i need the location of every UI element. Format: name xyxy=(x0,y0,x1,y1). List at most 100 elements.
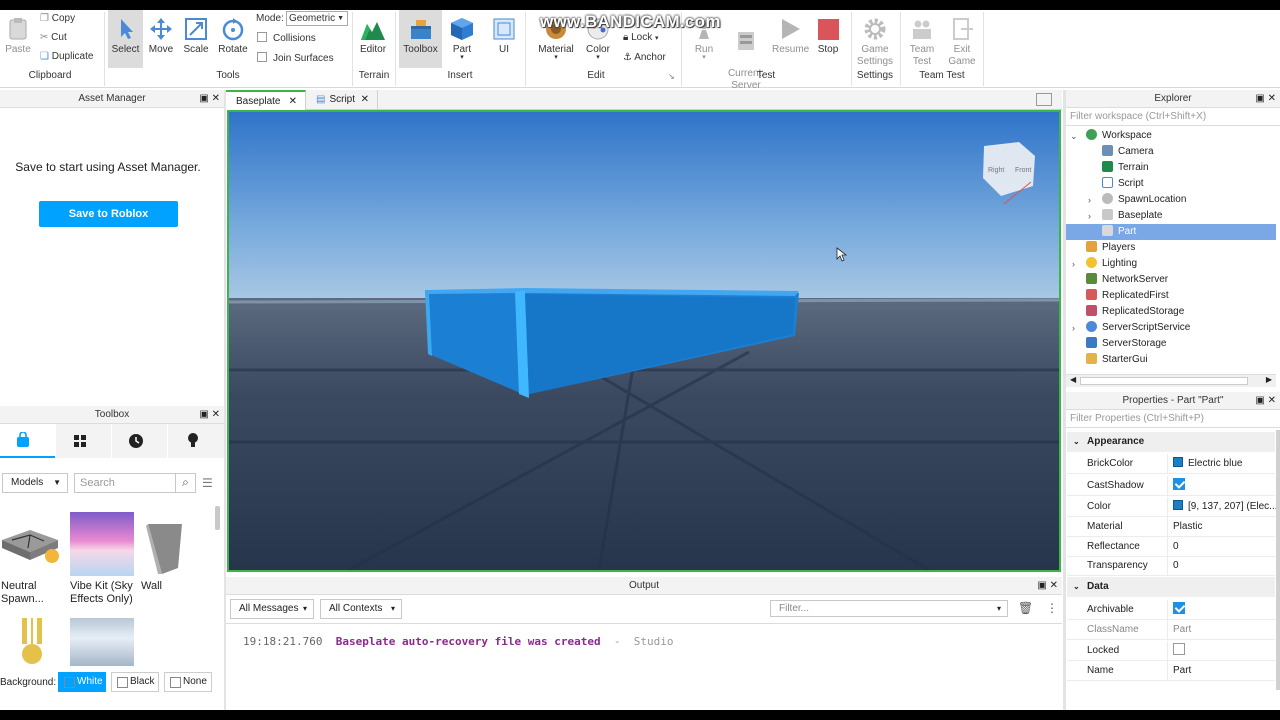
properties-panel-controls[interactable]: ▣ ✕ xyxy=(1255,392,1276,410)
prop-material[interactable]: Material Plastic xyxy=(1067,517,1275,537)
mode-select[interactable]: Geometric ▼ xyxy=(286,11,348,26)
collisions-checkbox[interactable] xyxy=(257,32,267,42)
game-settings-button[interactable]: Game Settings xyxy=(855,16,895,68)
tab-baseplate[interactable]: Baseplate ✕ xyxy=(226,90,306,110)
explorer-hscrollbar[interactable]: ◀ ▶ xyxy=(1066,374,1276,387)
properties-filter-input[interactable]: Filter Properties (Ctrl+Shift+P) xyxy=(1066,410,1280,428)
close-icon[interactable]: ✕ xyxy=(289,92,297,112)
tab-script[interactable]: ▤ Script ✕ xyxy=(308,90,378,110)
filter-settings-icon[interactable]: ☰ xyxy=(202,476,213,490)
tree-item-part-selected[interactable]: Part xyxy=(1066,224,1276,240)
toolbox-search-input[interactable]: Search ⌕ xyxy=(74,473,196,493)
move-button[interactable]: Move xyxy=(146,16,176,55)
toolbox-item-thumb[interactable] xyxy=(0,510,60,576)
tab-recent[interactable] xyxy=(112,424,167,458)
tree-item-networkserver[interactable]: NetworkServer xyxy=(1086,272,1276,288)
more-options-icon[interactable]: ⋮ xyxy=(1046,601,1058,615)
collapse-arrow-icon[interactable]: ⌄ xyxy=(1070,131,1078,142)
tree-item-players[interactable]: Players xyxy=(1086,240,1276,256)
tree-item-replicatedstorage[interactable]: ReplicatedStorage xyxy=(1086,304,1276,320)
scroll-left-icon[interactable]: ◀ xyxy=(1070,375,1076,384)
paste-button[interactable]: Paste xyxy=(4,16,32,55)
resume-button[interactable]: Resume xyxy=(772,16,809,55)
explorer-panel-controls[interactable]: ▣ ✕ xyxy=(1255,90,1276,108)
tree-item-startergui[interactable]: StarterGui xyxy=(1086,352,1276,368)
toolbox-scrollbar[interactable] xyxy=(215,506,220,530)
join-surfaces-checkbox[interactable] xyxy=(257,52,267,62)
expand-arrow-icon[interactable]: › xyxy=(1088,195,1091,205)
tree-item-terrain[interactable]: Terrain xyxy=(1102,160,1276,176)
expand-arrow-icon[interactable]: › xyxy=(1088,211,1091,221)
prop-color[interactable]: Color [9, 137, 207] (Elec... xyxy=(1067,497,1278,517)
tree-item-replicatedfirst[interactable]: ReplicatedFirst xyxy=(1086,288,1276,304)
archivable-checkbox[interactable] xyxy=(1173,602,1185,614)
select-button[interactable]: Select xyxy=(108,10,143,68)
terrain-editor-button[interactable]: Editor xyxy=(356,16,390,55)
collisions-toggle[interactable]: Collisions xyxy=(257,32,316,44)
anchor-button[interactable]: ⚓︎ Anchor xyxy=(623,52,666,63)
bg-white-button[interactable]: White xyxy=(58,672,106,692)
scale-button[interactable]: Scale xyxy=(181,16,211,55)
toolbox-item-thumb[interactable] xyxy=(142,510,190,576)
message-filter-select[interactable]: All Messages ▾ xyxy=(230,599,314,619)
explorer-filter-input[interactable]: Filter workspace (Ctrl+Shift+X) xyxy=(1066,108,1280,126)
lock-button[interactable]: 🔒︎ Lock ▾ xyxy=(623,32,659,43)
toolbox-item-thumb[interactable] xyxy=(10,616,54,668)
scroll-thumb[interactable] xyxy=(1080,377,1248,385)
tree-item-script[interactable]: Script xyxy=(1102,176,1276,192)
panel-controls[interactable]: ▣ ✕ xyxy=(199,90,220,108)
prop-castshadow[interactable]: CastShadow xyxy=(1067,476,1275,496)
bg-black-button[interactable]: Black xyxy=(111,672,159,692)
tree-item-serverstorage[interactable]: ServerStorage xyxy=(1086,336,1276,352)
join-surfaces-toggle[interactable]: Join Surfaces xyxy=(257,52,334,64)
prop-transparency[interactable]: Transparency 0 xyxy=(1067,556,1275,576)
3d-viewport[interactable]: Right Front xyxy=(227,110,1061,572)
tree-item-baseplate[interactable]: Baseplate xyxy=(1102,208,1276,224)
cut-button[interactable]: ✂ Cut xyxy=(40,32,67,43)
output-filter-input[interactable]: Filter... ▾ xyxy=(770,600,1008,617)
prop-locked[interactable]: Locked xyxy=(1067,641,1275,661)
tab-creations[interactable] xyxy=(168,424,224,458)
close-icon[interactable]: ✕ xyxy=(361,90,369,110)
category-select[interactable]: Models ▼ xyxy=(2,473,68,493)
tree-item-workspace[interactable]: Workspace xyxy=(1086,128,1276,144)
tab-inventory[interactable] xyxy=(56,424,111,458)
prop-name[interactable]: Name Part xyxy=(1067,661,1275,681)
toolbox-item-thumb[interactable] xyxy=(70,512,134,576)
exit-game-button[interactable]: Exit Game xyxy=(944,16,980,68)
tree-item-spawnlocation[interactable]: SpawnLocation xyxy=(1102,192,1276,208)
tree-item-lighting[interactable]: Lighting xyxy=(1086,256,1276,272)
properties-scrollbar[interactable] xyxy=(1276,430,1280,690)
expand-arrow-icon[interactable]: › xyxy=(1072,259,1075,269)
toolbox-item-thumb[interactable] xyxy=(70,618,134,668)
part-button[interactable]: Part ▾ xyxy=(446,16,478,61)
team-test-button[interactable]: Team Test xyxy=(904,16,940,68)
context-filter-select[interactable]: All Contexts ▾ xyxy=(320,599,402,619)
duplicate-button[interactable]: ❏ Duplicate xyxy=(40,51,93,62)
output-panel-controls[interactable]: ▣ ✕ xyxy=(1037,577,1058,595)
tree-item-serverscriptservice[interactable]: ServerScriptService xyxy=(1086,320,1276,336)
toolbox-panel-controls[interactable]: ▣ ✕ xyxy=(199,406,220,424)
bg-none-button[interactable]: None xyxy=(164,672,212,692)
scroll-right-icon[interactable]: ▶ xyxy=(1266,375,1272,384)
copy-button[interactable]: ❐ Copy xyxy=(40,13,75,24)
prop-brickcolor[interactable]: BrickColor Electric blue xyxy=(1067,454,1275,474)
appearance-category[interactable]: ⌄ Appearance xyxy=(1067,432,1275,452)
prop-reflectance[interactable]: Reflectance 0 xyxy=(1067,537,1275,557)
edit-expand-icon[interactable]: ↘ xyxy=(668,72,675,81)
stop-button[interactable]: Stop xyxy=(813,16,843,55)
castshadow-checkbox[interactable] xyxy=(1173,478,1185,490)
expand-arrow-icon[interactable]: › xyxy=(1072,323,1075,333)
tab-marketplace[interactable] xyxy=(0,424,55,458)
toolbox-button[interactable]: Toolbox xyxy=(399,10,442,68)
prop-archivable[interactable]: Archivable xyxy=(1067,600,1275,620)
ui-button[interactable]: UI xyxy=(490,16,518,55)
rotate-button[interactable]: Rotate xyxy=(216,16,250,55)
save-to-roblox-button[interactable]: Save to Roblox xyxy=(39,201,178,227)
locked-checkbox[interactable] xyxy=(1173,643,1185,655)
tree-item-camera[interactable]: Camera xyxy=(1102,144,1276,160)
maximize-icon[interactable] xyxy=(1036,93,1052,106)
data-category[interactable]: ⌄ Data xyxy=(1067,577,1275,597)
search-icon[interactable]: ⌕ xyxy=(175,474,195,492)
trash-icon[interactable]: 🗑︎ xyxy=(1018,601,1033,615)
